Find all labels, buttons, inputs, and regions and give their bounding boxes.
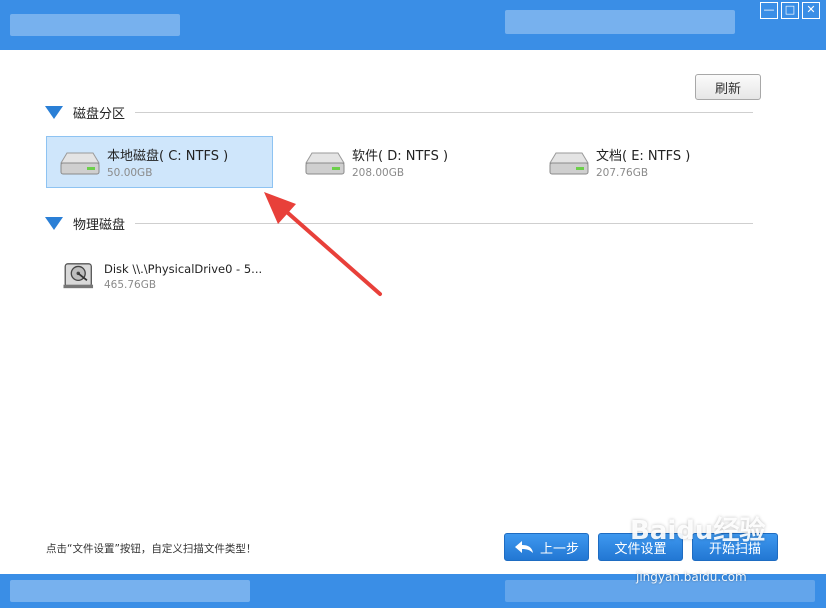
status-bar [0,574,826,608]
physical-header[interactable]: 物理磁盘 [45,214,753,233]
back-arrow-icon [514,541,533,553]
blurred-title-right [505,10,735,34]
physical-disk-name: Disk \\.\PhysicalDrive0 - 5... [104,261,263,276]
back-button-label: 上一步 [539,541,579,557]
window-controls: — □ ✕ [760,2,820,19]
hard-drive-icon [305,152,345,175]
hard-drive-icon [549,152,589,175]
partition-item-e[interactable]: 文档( E: NTFS ) 207.76GB [536,136,763,188]
physical-disk-icon [63,263,94,289]
partitions-header[interactable]: 磁盘分区 [45,103,753,122]
blurred-status-right [505,580,815,602]
divider [135,223,753,224]
divider [135,112,753,113]
maximize-button[interactable]: □ [781,2,799,19]
start-scan-button[interactable]: 开始扫描 [692,533,778,561]
file-settings-button[interactable]: 文件设置 [598,533,683,561]
partition-item-c[interactable]: 本地磁盘( C: NTFS ) 50.00GB [46,136,273,188]
physical-title: 物理磁盘 [73,218,126,233]
partitions-title: 磁盘分区 [73,107,126,122]
file-settings-label: 文件设置 [614,541,667,557]
collapse-triangle-icon[interactable] [45,106,63,119]
blurred-status [10,580,250,602]
physical-disk-item[interactable]: Disk \\.\PhysicalDrive0 - 5... 465.76GB [50,250,277,302]
start-scan-label: 开始扫描 [708,541,761,557]
blurred-title [10,14,180,36]
partition-name: 软件( D: NTFS ) [352,149,449,164]
hard-drive-icon [60,152,100,175]
back-button[interactable]: 上一步 [504,533,589,561]
partition-item-d[interactable]: 软件( D: NTFS ) 208.00GB [292,136,519,188]
partition-size: 208.00GB [352,167,405,179]
title-bar: — □ ✕ [0,0,826,50]
physical-disk-size: 465.76GB [104,278,157,291]
hint-text: 点击“文件设置”按钮，自定义扫描文件类型！ [46,543,257,555]
collapse-triangle-icon[interactable] [45,217,63,230]
refresh-button[interactable]: 刷新 [695,74,761,100]
partition-size: 207.76GB [596,167,649,179]
close-button[interactable]: ✕ [802,2,820,19]
minimize-button[interactable]: — [760,2,778,19]
partition-size: 50.00GB [107,167,153,179]
partition-name: 本地磁盘( C: NTFS ) [107,149,229,164]
partition-name: 文档( E: NTFS ) [596,149,691,164]
